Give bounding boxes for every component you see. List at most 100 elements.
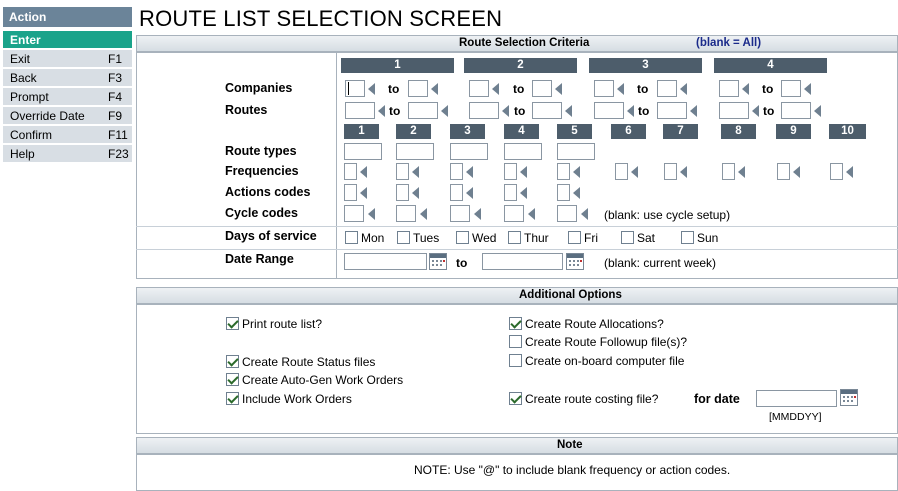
create-followup-checkbox[interactable] bbox=[509, 335, 522, 348]
day-tues-checkbox[interactable] bbox=[397, 231, 410, 244]
action-code-input-2[interactable] bbox=[396, 184, 409, 201]
costing-date-input[interactable] bbox=[756, 390, 837, 407]
prompt-arrow-icon[interactable] bbox=[502, 105, 509, 117]
frequency-input-6[interactable] bbox=[615, 163, 628, 180]
route-from-4[interactable] bbox=[719, 102, 749, 119]
prompt-arrow-icon[interactable] bbox=[368, 208, 375, 220]
company-from-2[interactable] bbox=[469, 80, 489, 97]
prompt-arrow-icon[interactable] bbox=[846, 166, 853, 178]
prompt-arrow-icon[interactable] bbox=[412, 187, 419, 199]
route-from-3[interactable] bbox=[594, 102, 624, 119]
frequency-input-4[interactable] bbox=[504, 163, 517, 180]
day-mon-checkbox[interactable] bbox=[345, 231, 358, 244]
day-sat-checkbox[interactable] bbox=[621, 231, 634, 244]
prompt-arrow-icon[interactable] bbox=[520, 187, 527, 199]
prompt-arrow-icon[interactable] bbox=[360, 187, 367, 199]
frequency-input-5[interactable] bbox=[557, 163, 570, 180]
prompt-arrow-icon[interactable] bbox=[627, 105, 634, 117]
sidebar-item-enter[interactable]: Enter bbox=[3, 31, 132, 49]
prompt-arrow-icon[interactable] bbox=[528, 208, 535, 220]
prompt-arrow-icon[interactable] bbox=[360, 166, 367, 178]
prompt-arrow-icon[interactable] bbox=[573, 187, 580, 199]
action-code-input-4[interactable] bbox=[504, 184, 517, 201]
frequency-input-9[interactable] bbox=[777, 163, 790, 180]
route-to-2[interactable] bbox=[532, 102, 562, 119]
day-thur-checkbox[interactable] bbox=[508, 231, 521, 244]
prompt-arrow-icon[interactable] bbox=[520, 166, 527, 178]
route-to-4[interactable] bbox=[781, 102, 811, 119]
create-autogen-checkbox[interactable] bbox=[226, 373, 239, 386]
day-wed-checkbox[interactable] bbox=[456, 231, 469, 244]
frequency-input-2[interactable] bbox=[396, 163, 409, 180]
sidebar-item-help[interactable]: Help F23 bbox=[3, 145, 132, 163]
sidebar-item-back[interactable]: Back F3 bbox=[3, 69, 132, 87]
company-from-3[interactable] bbox=[594, 80, 614, 97]
date-range-from-input[interactable] bbox=[344, 253, 427, 270]
sidebar-item-prompt[interactable]: Prompt F4 bbox=[3, 88, 132, 106]
route-from-1[interactable] bbox=[345, 102, 375, 119]
route-to-3[interactable] bbox=[657, 102, 687, 119]
action-code-input-3[interactable] bbox=[450, 184, 463, 201]
cycle-code-input-5[interactable] bbox=[557, 205, 577, 222]
prompt-arrow-icon[interactable] bbox=[752, 105, 759, 117]
route-to-1[interactable] bbox=[408, 102, 438, 119]
prompt-arrow-icon[interactable] bbox=[804, 83, 811, 95]
include-work-orders-checkbox[interactable] bbox=[226, 392, 239, 405]
frequency-input-3[interactable] bbox=[450, 163, 463, 180]
prompt-arrow-icon[interactable] bbox=[441, 105, 448, 117]
prompt-arrow-icon[interactable] bbox=[555, 83, 562, 95]
sidebar-item-override-date[interactable]: Override Date F9 bbox=[3, 107, 132, 125]
frequency-input-8[interactable] bbox=[722, 163, 735, 180]
day-fri-checkbox[interactable] bbox=[568, 231, 581, 244]
prompt-arrow-icon[interactable] bbox=[573, 166, 580, 178]
company-from-4[interactable] bbox=[719, 80, 739, 97]
prompt-arrow-icon[interactable] bbox=[466, 187, 473, 199]
company-to-4[interactable] bbox=[781, 80, 801, 97]
prompt-arrow-icon[interactable] bbox=[431, 83, 438, 95]
prompt-arrow-icon[interactable] bbox=[738, 166, 745, 178]
prompt-arrow-icon[interactable] bbox=[420, 208, 427, 220]
route-type-input-4[interactable] bbox=[504, 143, 542, 160]
create-costing-checkbox[interactable] bbox=[509, 392, 522, 405]
prompt-arrow-icon[interactable] bbox=[581, 208, 588, 220]
action-code-input-5[interactable] bbox=[557, 184, 570, 201]
prompt-arrow-icon[interactable] bbox=[474, 208, 481, 220]
frequency-input-10[interactable] bbox=[830, 163, 843, 180]
route-type-input-3[interactable] bbox=[450, 143, 488, 160]
calendar-icon[interactable] bbox=[840, 389, 858, 406]
calendar-icon[interactable] bbox=[566, 253, 584, 270]
company-to-1[interactable] bbox=[408, 80, 428, 97]
prompt-arrow-icon[interactable] bbox=[617, 83, 624, 95]
prompt-arrow-icon[interactable] bbox=[378, 105, 385, 117]
prompt-arrow-icon[interactable] bbox=[742, 83, 749, 95]
create-allocations-checkbox[interactable] bbox=[509, 317, 522, 330]
create-status-files-checkbox[interactable] bbox=[226, 355, 239, 368]
prompt-arrow-icon[interactable] bbox=[690, 105, 697, 117]
company-to-2[interactable] bbox=[532, 80, 552, 97]
date-range-to-input[interactable] bbox=[482, 253, 563, 270]
cycle-code-input-3[interactable] bbox=[450, 205, 470, 222]
company-to-3[interactable] bbox=[657, 80, 677, 97]
sidebar-item-confirm[interactable]: Confirm F11 bbox=[3, 126, 132, 144]
prompt-arrow-icon[interactable] bbox=[368, 83, 375, 95]
cycle-code-input-4[interactable] bbox=[504, 205, 524, 222]
route-type-input-5[interactable] bbox=[557, 143, 595, 160]
prompt-arrow-icon[interactable] bbox=[412, 166, 419, 178]
day-sun-checkbox[interactable] bbox=[681, 231, 694, 244]
action-code-input-1[interactable] bbox=[344, 184, 357, 201]
cycle-code-input-2[interactable] bbox=[396, 205, 416, 222]
cycle-code-input-1[interactable] bbox=[344, 205, 364, 222]
prompt-arrow-icon[interactable] bbox=[466, 166, 473, 178]
create-onboard-checkbox[interactable] bbox=[509, 354, 522, 367]
prompt-arrow-icon[interactable] bbox=[680, 83, 687, 95]
route-from-2[interactable] bbox=[469, 102, 499, 119]
sidebar-item-exit[interactable]: Exit F1 bbox=[3, 50, 132, 68]
prompt-arrow-icon[interactable] bbox=[565, 105, 572, 117]
calendar-icon[interactable] bbox=[429, 253, 447, 270]
route-type-input-2[interactable] bbox=[396, 143, 434, 160]
route-type-input-1[interactable] bbox=[344, 143, 382, 160]
prompt-arrow-icon[interactable] bbox=[793, 166, 800, 178]
prompt-arrow-icon[interactable] bbox=[680, 166, 687, 178]
prompt-arrow-icon[interactable] bbox=[492, 83, 499, 95]
prompt-arrow-icon[interactable] bbox=[814, 105, 821, 117]
